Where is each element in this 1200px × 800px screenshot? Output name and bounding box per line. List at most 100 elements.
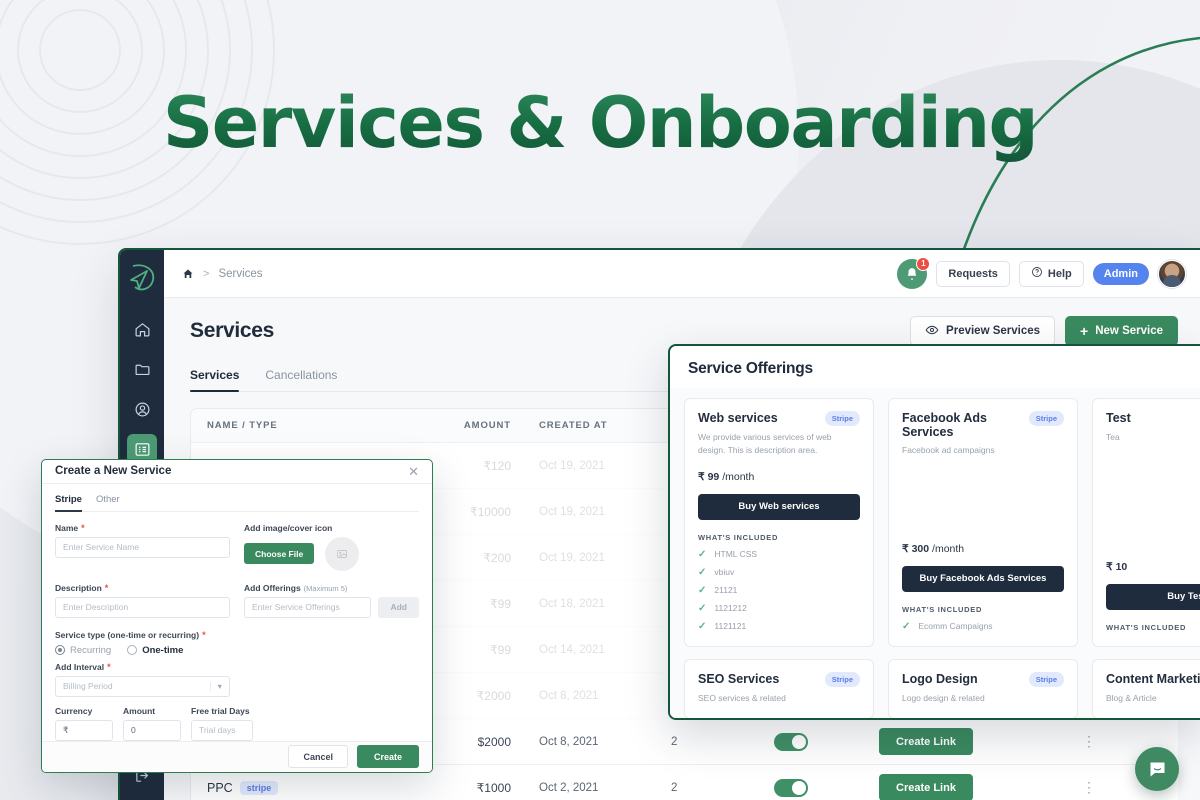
sidebar-item-folder[interactable] (127, 354, 157, 384)
offering-card: Content MarketingOther Blog & Article (1092, 658, 1200, 718)
offering-card-header: Content MarketingOther (1106, 672, 1200, 687)
required-marker: * (107, 661, 111, 672)
offering-card-header: SEO Services Stripe (698, 671, 860, 687)
role-badge[interactable]: Admin (1092, 262, 1149, 285)
cell-created-at: Oct 8, 2021 (539, 689, 599, 702)
offering-price: ₹ 99 /month (698, 470, 755, 483)
cell-amount: ₹120 (483, 458, 511, 473)
offerings-grid-row-2: SEO Services Stripe SEO services & related… (684, 658, 1200, 718)
cell-created-at: Oct 19, 2021 (539, 551, 605, 564)
offering-price: ₹ 300 /month (902, 542, 965, 555)
offerings-title: Service Offerings (688, 360, 813, 377)
amount-input[interactable]: 0 (123, 719, 181, 741)
trial-days-input[interactable]: Trial days (191, 719, 253, 741)
radio-one-time-label: One-time (142, 644, 184, 656)
cell-amount: ₹2000 (476, 688, 511, 703)
offerings-scroll-area[interactable]: Web services Stripe We provide various ser… (670, 388, 1200, 718)
modal-tab-other[interactable]: Other (96, 494, 120, 511)
cell-created-at: Oct 18, 2021 (539, 597, 605, 610)
requests-button[interactable]: Requests (936, 260, 1010, 287)
sidebar-item-clients[interactable] (127, 394, 157, 424)
offering-name: Facebook Ads Services (902, 411, 987, 439)
amount-label: Amount (123, 705, 156, 716)
offering-description: Tea (1106, 432, 1120, 442)
offering-description: Logo design & related (902, 692, 985, 703)
offering-description: Facebook ad campaigns (902, 445, 995, 455)
cell-amount: $2000 (477, 734, 511, 749)
offerings-field-group: Add Offerings (Maximum 5) Enter Service … (244, 583, 419, 618)
radio-recurring[interactable]: Recurring (55, 645, 111, 656)
currency-input[interactable]: ₹ (55, 719, 113, 741)
cell-offerings-count: 2 (671, 735, 678, 748)
file-row: Choose File (244, 536, 419, 571)
eye-icon (925, 323, 939, 340)
name-label: Name (55, 522, 79, 533)
create-link-button[interactable]: Create Link (879, 728, 973, 755)
chat-bubble-icon[interactable] (1135, 747, 1179, 791)
service-name-input[interactable]: Enter Service Name (55, 536, 230, 558)
check-icon: ✓ (698, 566, 707, 578)
offerings-header: Service Offerings (670, 346, 1200, 388)
trial-label: Free trial Days (191, 705, 250, 716)
check-icon: ✓ (698, 548, 707, 560)
modal-title: Create a New Service (55, 465, 172, 478)
create-link-button[interactable]: Create Link (879, 774, 973, 800)
included-item: ✓ HTML CSS (698, 549, 860, 560)
breadcrumb-current[interactable]: Services (218, 268, 262, 280)
new-service-button[interactable]: + New Service (1065, 316, 1178, 346)
buy-offering-button[interactable]: Buy Web services (698, 493, 860, 520)
tab-cancellations[interactable]: Cancellations (265, 368, 337, 391)
interval-label-wrap: Add Interval * (55, 662, 230, 672)
description-label-wrap: Description * (55, 583, 230, 593)
included-item: ✓ 21121 (698, 585, 860, 596)
modal-tab-stripe[interactable]: Stripe (55, 494, 82, 512)
avatar[interactable] (1158, 259, 1186, 288)
billing-period-value: Billing Period (63, 681, 113, 692)
status-badge: stripe (239, 780, 279, 795)
included-label: vbiuv (714, 567, 735, 577)
breadcrumb: > Services (182, 268, 263, 280)
status-toggle[interactable] (774, 732, 808, 751)
add-offering-button[interactable]: Add (378, 596, 419, 618)
radio-one-time[interactable]: One-time (127, 645, 183, 656)
close-icon[interactable]: ✕ (408, 465, 419, 478)
radio-dot-icon (127, 645, 138, 656)
preview-services-button[interactable]: Preview Services (910, 316, 1056, 346)
buy-offering-button[interactable]: Buy Facebook Ads Services (902, 565, 1064, 592)
offering-name: Logo Design (902, 671, 978, 686)
cell-link: Create Link (851, 774, 1001, 800)
status-toggle[interactable] (774, 778, 808, 797)
cancel-button[interactable]: Cancel (288, 745, 348, 769)
check-icon: ✓ (698, 602, 707, 614)
description-input[interactable]: Enter Description (55, 596, 230, 618)
billing-period-select[interactable]: Billing Period ▾ (55, 675, 230, 697)
offering-card: Facebook Ads Services Stripe Facebook ad c… (888, 398, 1078, 647)
cell-amount: ₹10000 (469, 504, 511, 519)
interval-group: Add Interval * Billing Period ▾ (55, 662, 230, 697)
included-label: 1121121 (714, 621, 747, 631)
service-offerings-panel: Service Offerings Web services Stripe We p… (668, 344, 1200, 720)
choose-file-button[interactable]: Choose File (244, 543, 315, 565)
included-label: Ecomm Campaigns (918, 621, 993, 631)
paper-plane-logo[interactable] (125, 260, 159, 294)
tab-services[interactable]: Services (190, 368, 240, 392)
buy-offering-button[interactable]: Buy Test (1106, 583, 1200, 610)
cell-created-at: Oct 2, 2021 (539, 781, 599, 794)
create-button[interactable]: Create (356, 745, 419, 769)
image-icon[interactable] (325, 536, 360, 571)
provider-badge: Stripe (1028, 671, 1064, 687)
help-button[interactable]: Help (1018, 260, 1084, 287)
column-header-amount: AMOUNT (463, 420, 511, 431)
column-header-created-at: CREATED AT (539, 420, 608, 431)
offering-description: SEO services & related (698, 692, 786, 703)
offerings-input[interactable]: Enter Service Offerings (244, 596, 372, 618)
description-field-group: Description * Enter Description (55, 583, 230, 618)
included-label: 21121 (714, 585, 738, 595)
name-label-wrap: Name * (55, 523, 230, 533)
sidebar-item-home[interactable] (127, 314, 157, 344)
cell-name-type: PPC stripe (191, 780, 441, 795)
home-icon[interactable] (182, 268, 194, 280)
modal-row-name-image: Name * Enter Service Name Add image/cove… (55, 523, 419, 571)
modal-footer: Cancel Create (42, 740, 432, 772)
notifications[interactable]: 1 (897, 256, 931, 289)
